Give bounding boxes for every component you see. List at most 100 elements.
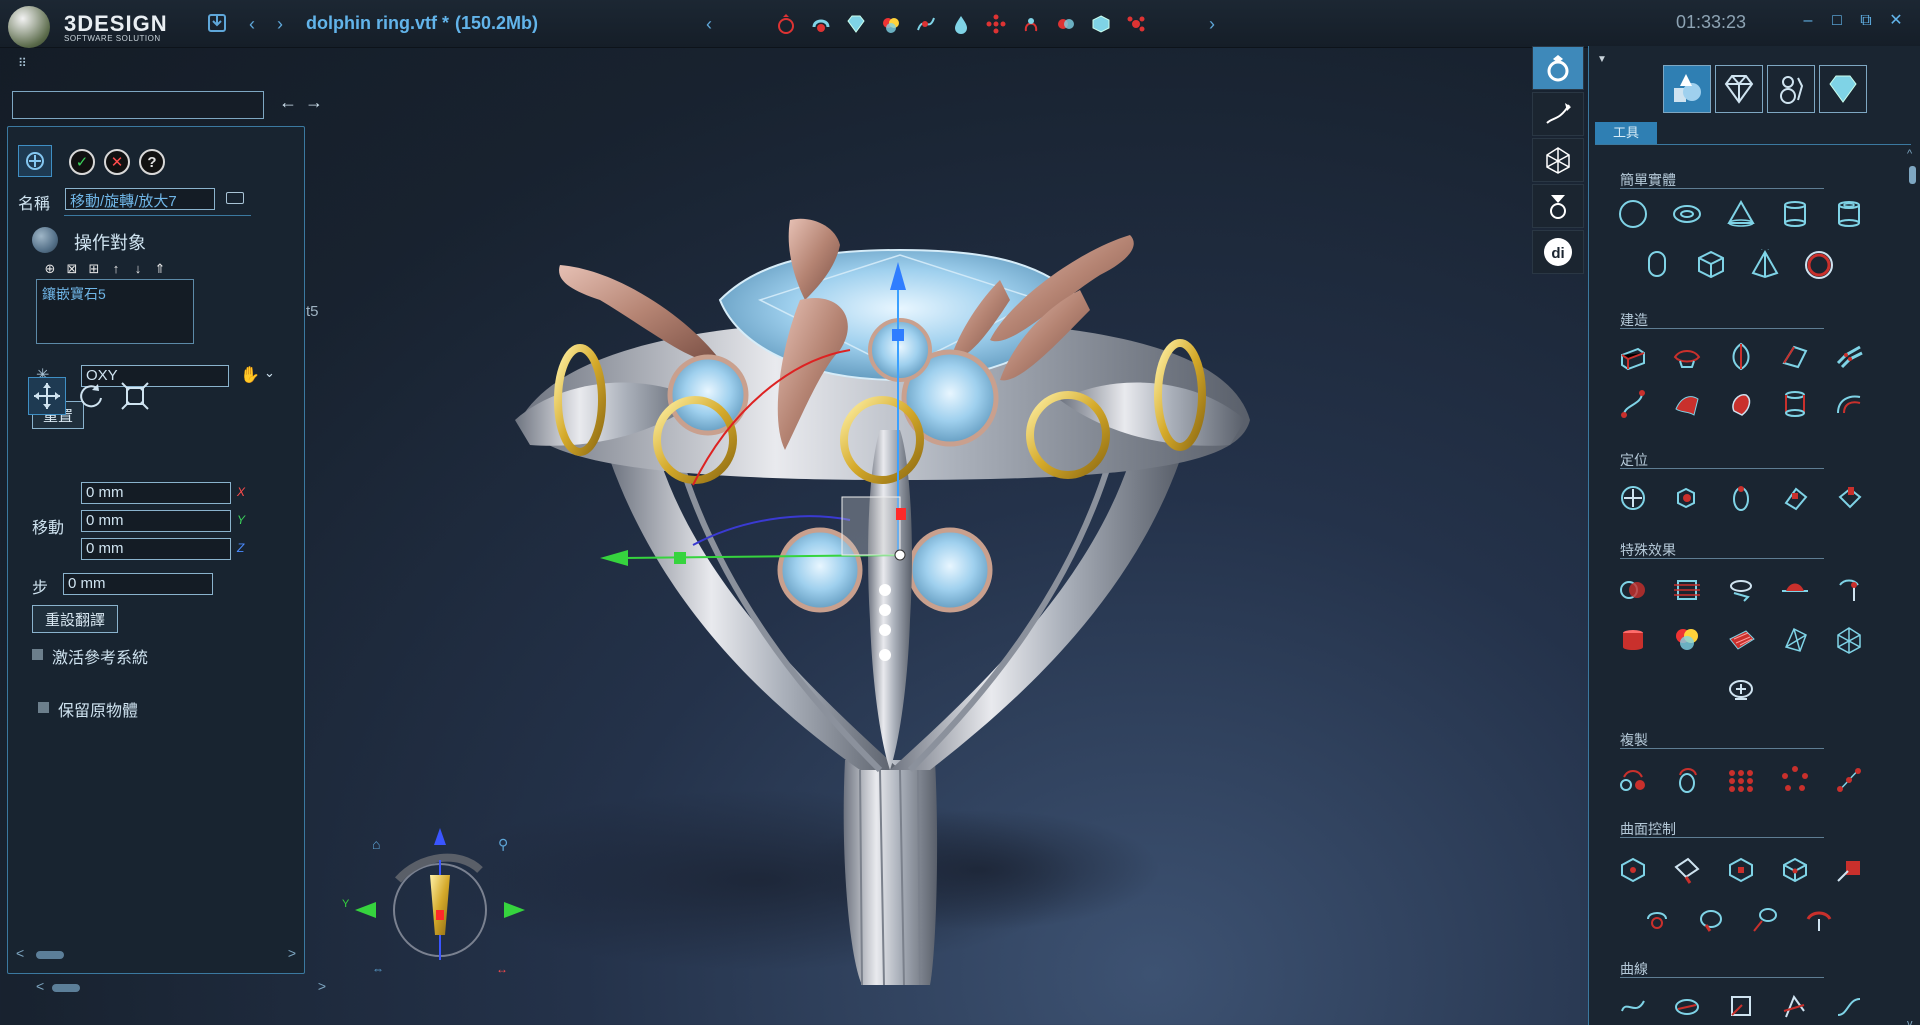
mirror-tool-icon[interactable]	[1669, 480, 1705, 516]
save-icon[interactable]	[205, 12, 229, 36]
texture-tool-icon[interactable]	[1723, 622, 1759, 658]
help-button[interactable]: ?	[139, 149, 165, 175]
revolve-tool-icon[interactable]	[1723, 338, 1759, 374]
align-tool-icon[interactable]	[1723, 480, 1759, 516]
bottom-scrollbar[interactable]: < >	[36, 978, 326, 996]
cone-tool-icon[interactable]	[1723, 196, 1759, 232]
curve-project-tool-icon[interactable]	[1723, 988, 1759, 1024]
color-mix-tool-icon[interactable]	[877, 10, 905, 38]
boolean-tool-icon[interactable]	[1052, 10, 1080, 38]
boolean-union-tool-icon[interactable]	[1615, 572, 1651, 608]
flatten-surface-tool-icon[interactable]	[1801, 902, 1837, 938]
loft-tool-icon[interactable]	[1777, 338, 1813, 374]
scatter-tool-icon[interactable]	[1122, 10, 1150, 38]
add-object-icon[interactable]: ⊕	[42, 261, 58, 277]
badge-tool-icon[interactable]	[1723, 672, 1759, 708]
category-stones[interactable]	[1819, 65, 1867, 113]
cube-tool-icon[interactable]	[1087, 10, 1115, 38]
list-item[interactable]: 鑲嵌寶石5	[42, 284, 188, 304]
toolbar-scroll-left-icon[interactable]: ‹	[697, 12, 721, 36]
expand-icon[interactable]: ⌄	[264, 365, 275, 381]
maximize-icon[interactable]: □	[1826, 10, 1848, 32]
category-gems[interactable]	[1715, 65, 1763, 113]
restore-icon[interactable]: ⧉	[1855, 10, 1877, 32]
curve-offset-tool-icon[interactable]	[1777, 988, 1813, 1024]
pin-tool-icon[interactable]	[1831, 572, 1867, 608]
bulge-surface-tool-icon[interactable]	[1693, 902, 1729, 938]
gem-tool-icon[interactable]	[842, 10, 870, 38]
deform-tool-icon[interactable]	[1777, 572, 1813, 608]
category-rings[interactable]	[1767, 65, 1815, 113]
nav-back-icon[interactable]: ‹	[240, 12, 264, 36]
gizmo-swap-icon[interactable]: ⇔	[372, 962, 384, 976]
grid-menu-icon[interactable]: ⠿	[18, 56, 34, 70]
ref-system-checkbox[interactable]	[32, 649, 43, 660]
emboss-tool-icon[interactable]	[1723, 572, 1759, 608]
rotate-mode-icon[interactable]	[72, 377, 110, 415]
sweep-tool-icon[interactable]	[1669, 338, 1705, 374]
transform-tool-icon[interactable]	[1615, 480, 1651, 516]
gizmo-reset-icon[interactable]: ↔	[496, 962, 508, 976]
move-top-icon[interactable]: ⇑	[152, 261, 168, 277]
curve-tool-icon[interactable]	[912, 10, 940, 38]
transform-mode-icon[interactable]	[18, 145, 52, 177]
move-z-field[interactable]: 0 mm	[81, 538, 231, 560]
curve-blend-tool-icon[interactable]	[1831, 988, 1867, 1024]
surface-tool-icon[interactable]	[1669, 386, 1705, 422]
prong-tool-icon[interactable]	[1017, 10, 1045, 38]
edit-surface-tool-icon[interactable]	[1669, 852, 1705, 888]
scroll-thumb[interactable]	[36, 951, 64, 959]
orient-tool-icon[interactable]	[1831, 480, 1867, 516]
gem-disc-tool-icon[interactable]	[1801, 246, 1837, 282]
stretch-surface-tool-icon[interactable]	[1747, 902, 1783, 938]
zoom-view-icon[interactable]: ⚲	[498, 836, 508, 853]
scroll-down-icon[interactable]: v	[1907, 1018, 1913, 1025]
keep-original-checkbox[interactable]	[38, 702, 49, 713]
category-solids[interactable]	[1663, 65, 1711, 113]
bend-tool-icon[interactable]	[1831, 386, 1867, 422]
confirm-button[interactable]: ✓	[69, 149, 95, 175]
band-tool-icon[interactable]	[807, 10, 835, 38]
nav-forward-icon[interactable]: ›	[268, 12, 292, 36]
pave-tool-icon[interactable]	[982, 10, 1010, 38]
undo-arrow-icon[interactable]: ←	[279, 92, 297, 113]
scroll-right-icon[interactable]: >	[318, 978, 326, 994]
panel-scrollbar[interactable]: < >	[16, 945, 296, 963]
scroll-left-icon[interactable]: <	[16, 945, 24, 961]
pipe-tool-icon[interactable]	[1615, 386, 1651, 422]
twist-surface-tool-icon[interactable]	[1639, 902, 1675, 938]
tab-jewelry[interactable]	[1532, 46, 1584, 90]
capsule-tool-icon[interactable]	[1639, 246, 1675, 282]
drop-tool-icon[interactable]	[947, 10, 975, 38]
shell-tool-icon[interactable]	[1777, 386, 1813, 422]
move-mode-icon[interactable]	[28, 377, 66, 415]
keyboard-icon[interactable]	[226, 192, 244, 204]
sphere-tool-icon[interactable]	[1615, 196, 1651, 232]
scroll-up-icon[interactable]: ^	[1907, 148, 1912, 160]
command-input[interactable]	[12, 91, 264, 119]
cut-cylinder-tool-icon[interactable]	[1615, 622, 1651, 658]
copy-circular-tool-icon[interactable]	[1777, 762, 1813, 798]
panel-menu-icon[interactable]: ▼	[1597, 54, 1607, 65]
scroll-left-icon[interactable]: <	[36, 978, 44, 994]
tab-render[interactable]	[1532, 184, 1584, 228]
blend-tool-icon[interactable]	[1723, 386, 1759, 422]
tab-sketch[interactable]	[1532, 92, 1584, 136]
curve-draw-tool-icon[interactable]	[1615, 988, 1651, 1024]
move-surface-tool-icon[interactable]	[1831, 852, 1867, 888]
polyhedron-tool-icon[interactable]	[1831, 622, 1867, 658]
copy-grid-tool-icon[interactable]	[1723, 762, 1759, 798]
cancel-button[interactable]: ✕	[104, 149, 130, 175]
toolbar-scroll-right-icon[interactable]: ›	[1200, 12, 1224, 36]
slice-tool-icon[interactable]	[1669, 572, 1705, 608]
tab-di[interactable]: di	[1532, 230, 1584, 274]
hand-icon[interactable]: ✋	[240, 365, 260, 385]
move-x-field[interactable]: 0 mm	[81, 482, 231, 504]
color-mix-tool-icon[interactable]	[1669, 622, 1705, 658]
pyramid-tool-icon[interactable]	[1747, 246, 1783, 282]
wireframe-tool-icon[interactable]	[1777, 622, 1813, 658]
name-field[interactable]: 移動/旋轉/放大7	[65, 188, 215, 210]
torus-tool-icon[interactable]	[1669, 196, 1705, 232]
scroll-thumb[interactable]	[1909, 166, 1916, 184]
scroll-right-icon[interactable]: >	[288, 945, 296, 961]
